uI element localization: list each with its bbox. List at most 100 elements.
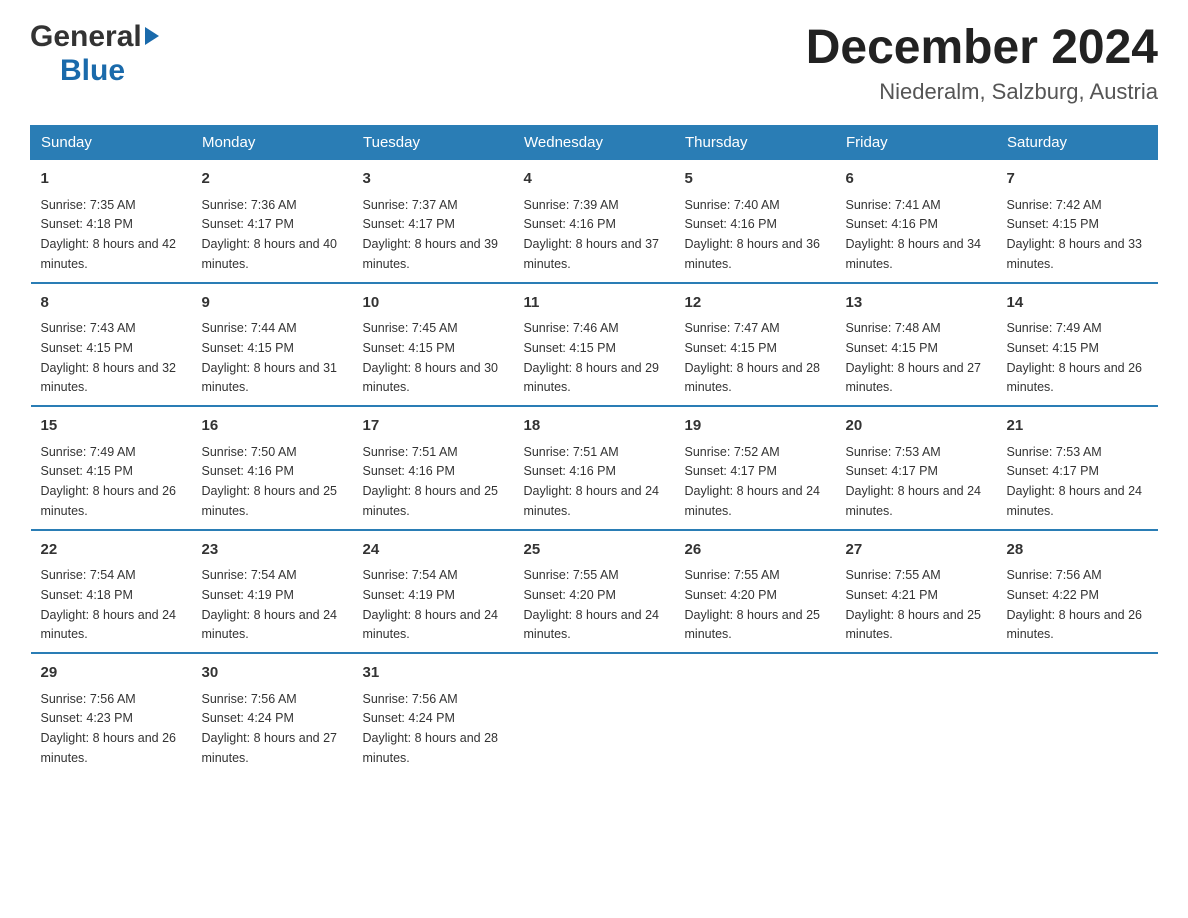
day-number: 19 xyxy=(685,415,826,438)
location-text: Niederalm, Salzburg, Austria xyxy=(806,79,1158,105)
day-number: 31 xyxy=(363,662,504,685)
sunset-text: Sunset: 4:15 PM xyxy=(524,341,616,355)
calendar-cell: 10 Sunrise: 7:45 AM Sunset: 4:15 PM Dayl… xyxy=(353,283,514,407)
day-number: 1 xyxy=(41,168,182,191)
weekday-header-saturday: Saturday xyxy=(997,126,1158,160)
day-number: 25 xyxy=(524,539,665,562)
sunrise-text: Sunrise: 7:49 AM xyxy=(1007,321,1102,335)
sunset-text: Sunset: 4:15 PM xyxy=(846,341,938,355)
calendar-cell: 2 Sunrise: 7:36 AM Sunset: 4:17 PM Dayli… xyxy=(192,160,353,283)
calendar-cell xyxy=(997,653,1158,776)
sunrise-text: Sunrise: 7:39 AM xyxy=(524,198,619,212)
calendar-cell: 7 Sunrise: 7:42 AM Sunset: 4:15 PM Dayli… xyxy=(997,160,1158,283)
page-header: General Blue December 2024 Niederalm, Sa… xyxy=(30,20,1158,105)
sunrise-text: Sunrise: 7:55 AM xyxy=(524,568,619,582)
calendar-cell: 16 Sunrise: 7:50 AM Sunset: 4:16 PM Dayl… xyxy=(192,406,353,530)
sunrise-text: Sunrise: 7:49 AM xyxy=(41,445,136,459)
sunrise-text: Sunrise: 7:41 AM xyxy=(846,198,941,212)
sunrise-text: Sunrise: 7:35 AM xyxy=(41,198,136,212)
calendar-cell xyxy=(675,653,836,776)
logo-arrow-icon xyxy=(145,27,159,45)
calendar-cell: 31 Sunrise: 7:56 AM Sunset: 4:24 PM Dayl… xyxy=(353,653,514,776)
daylight-text: Daylight: 8 hours and 24 minutes. xyxy=(846,484,982,518)
sunset-text: Sunset: 4:16 PM xyxy=(363,464,455,478)
calendar-cell: 13 Sunrise: 7:48 AM Sunset: 4:15 PM Dayl… xyxy=(836,283,997,407)
sunrise-text: Sunrise: 7:37 AM xyxy=(363,198,458,212)
day-number: 4 xyxy=(524,168,665,191)
title-section: December 2024 Niederalm, Salzburg, Austr… xyxy=(806,20,1158,105)
day-number: 21 xyxy=(1007,415,1148,438)
daylight-text: Daylight: 8 hours and 31 minutes. xyxy=(202,361,338,395)
sunrise-text: Sunrise: 7:51 AM xyxy=(524,445,619,459)
calendar-cell: 5 Sunrise: 7:40 AM Sunset: 4:16 PM Dayli… xyxy=(675,160,836,283)
sunrise-text: Sunrise: 7:56 AM xyxy=(363,692,458,706)
day-number: 20 xyxy=(846,415,987,438)
weekday-header-monday: Monday xyxy=(192,126,353,160)
calendar-week-1: 1 Sunrise: 7:35 AM Sunset: 4:18 PM Dayli… xyxy=(31,160,1158,283)
sunrise-text: Sunrise: 7:56 AM xyxy=(41,692,136,706)
daylight-text: Daylight: 8 hours and 24 minutes. xyxy=(524,484,660,518)
daylight-text: Daylight: 8 hours and 26 minutes. xyxy=(1007,608,1143,642)
calendar-cell: 18 Sunrise: 7:51 AM Sunset: 4:16 PM Dayl… xyxy=(514,406,675,530)
sunset-text: Sunset: 4:23 PM xyxy=(41,711,133,725)
sunset-text: Sunset: 4:20 PM xyxy=(524,588,616,602)
sunset-text: Sunset: 4:15 PM xyxy=(41,464,133,478)
weekday-header-tuesday: Tuesday xyxy=(353,126,514,160)
logo-general-text: General xyxy=(30,20,142,54)
day-number: 14 xyxy=(1007,292,1148,315)
sunrise-text: Sunrise: 7:56 AM xyxy=(1007,568,1102,582)
sunrise-text: Sunrise: 7:54 AM xyxy=(41,568,136,582)
sunset-text: Sunset: 4:24 PM xyxy=(363,711,455,725)
sunset-text: Sunset: 4:16 PM xyxy=(685,217,777,231)
weekday-header-row: SundayMondayTuesdayWednesdayThursdayFrid… xyxy=(31,126,1158,160)
calendar-cell xyxy=(514,653,675,776)
sunrise-text: Sunrise: 7:53 AM xyxy=(1007,445,1102,459)
sunset-text: Sunset: 4:17 PM xyxy=(363,217,455,231)
day-number: 23 xyxy=(202,539,343,562)
sunset-text: Sunset: 4:16 PM xyxy=(524,217,616,231)
daylight-text: Daylight: 8 hours and 26 minutes. xyxy=(41,484,177,518)
day-number: 29 xyxy=(41,662,182,685)
calendar-cell: 19 Sunrise: 7:52 AM Sunset: 4:17 PM Dayl… xyxy=(675,406,836,530)
logo-blue-text: Blue xyxy=(60,54,125,87)
sunset-text: Sunset: 4:16 PM xyxy=(202,464,294,478)
weekday-header-thursday: Thursday xyxy=(675,126,836,160)
day-number: 13 xyxy=(846,292,987,315)
calendar-cell: 29 Sunrise: 7:56 AM Sunset: 4:23 PM Dayl… xyxy=(31,653,192,776)
calendar-cell: 22 Sunrise: 7:54 AM Sunset: 4:18 PM Dayl… xyxy=(31,530,192,654)
sunrise-text: Sunrise: 7:53 AM xyxy=(846,445,941,459)
sunrise-text: Sunrise: 7:56 AM xyxy=(202,692,297,706)
daylight-text: Daylight: 8 hours and 36 minutes. xyxy=(685,237,821,271)
sunrise-text: Sunrise: 7:47 AM xyxy=(685,321,780,335)
sunset-text: Sunset: 4:17 PM xyxy=(685,464,777,478)
calendar-cell: 11 Sunrise: 7:46 AM Sunset: 4:15 PM Dayl… xyxy=(514,283,675,407)
daylight-text: Daylight: 8 hours and 25 minutes. xyxy=(846,608,982,642)
calendar-cell: 15 Sunrise: 7:49 AM Sunset: 4:15 PM Dayl… xyxy=(31,406,192,530)
calendar-week-4: 22 Sunrise: 7:54 AM Sunset: 4:18 PM Dayl… xyxy=(31,530,1158,654)
calendar-week-2: 8 Sunrise: 7:43 AM Sunset: 4:15 PM Dayli… xyxy=(31,283,1158,407)
calendar-cell: 23 Sunrise: 7:54 AM Sunset: 4:19 PM Dayl… xyxy=(192,530,353,654)
calendar-cell: 9 Sunrise: 7:44 AM Sunset: 4:15 PM Dayli… xyxy=(192,283,353,407)
daylight-text: Daylight: 8 hours and 28 minutes. xyxy=(363,731,499,765)
day-number: 22 xyxy=(41,539,182,562)
day-number: 12 xyxy=(685,292,826,315)
daylight-text: Daylight: 8 hours and 39 minutes. xyxy=(363,237,499,271)
calendar-cell: 4 Sunrise: 7:39 AM Sunset: 4:16 PM Dayli… xyxy=(514,160,675,283)
calendar-cell: 6 Sunrise: 7:41 AM Sunset: 4:16 PM Dayli… xyxy=(836,160,997,283)
day-number: 7 xyxy=(1007,168,1148,191)
sunrise-text: Sunrise: 7:40 AM xyxy=(685,198,780,212)
daylight-text: Daylight: 8 hours and 28 minutes. xyxy=(685,361,821,395)
day-number: 30 xyxy=(202,662,343,685)
calendar-cell: 25 Sunrise: 7:55 AM Sunset: 4:20 PM Dayl… xyxy=(514,530,675,654)
daylight-text: Daylight: 8 hours and 29 minutes. xyxy=(524,361,660,395)
daylight-text: Daylight: 8 hours and 25 minutes. xyxy=(202,484,338,518)
daylight-text: Daylight: 8 hours and 34 minutes. xyxy=(846,237,982,271)
calendar-cell: 24 Sunrise: 7:54 AM Sunset: 4:19 PM Dayl… xyxy=(353,530,514,654)
day-number: 6 xyxy=(846,168,987,191)
daylight-text: Daylight: 8 hours and 24 minutes. xyxy=(202,608,338,642)
sunset-text: Sunset: 4:17 PM xyxy=(202,217,294,231)
day-number: 5 xyxy=(685,168,826,191)
sunset-text: Sunset: 4:18 PM xyxy=(41,217,133,231)
daylight-text: Daylight: 8 hours and 42 minutes. xyxy=(41,237,177,271)
calendar-cell: 26 Sunrise: 7:55 AM Sunset: 4:20 PM Dayl… xyxy=(675,530,836,654)
